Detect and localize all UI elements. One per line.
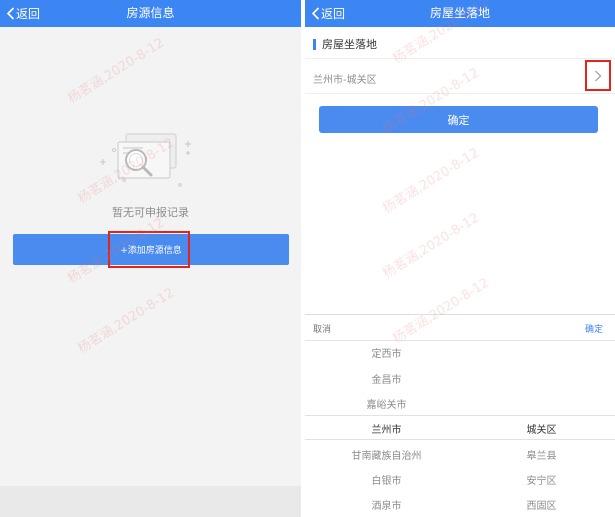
picker-ok-button[interactable]: 确定 (585, 322, 603, 335)
back-button[interactable]: 返回 (311, 0, 345, 27)
picker-cancel-button[interactable]: 取消 (313, 322, 331, 335)
picker-option-city[interactable]: 定西市 (305, 345, 468, 360)
section-title: 房屋坐落地 (322, 38, 377, 51)
picker-option-city[interactable]: 酒泉市 (305, 497, 468, 512)
picker-selection-line-top (305, 415, 615, 416)
housing-info-screen: 返回 房源信息 暂无可申报记录 +添加房源信息 杨茗涵,2020-8-12 杨茗… (0, 0, 301, 517)
picker-option-city[interactable]: 白银市 (305, 472, 468, 487)
empty-record-icon (100, 133, 191, 187)
location-value: 兰州市-城关区 (313, 75, 377, 86)
page-title: 房源信息 (126, 6, 175, 20)
picker-option-district[interactable]: 皋兰县 (468, 447, 615, 462)
chevron-right-icon[interactable] (593, 69, 603, 83)
back-label: 返回 (16, 7, 41, 21)
page-title: 房屋坐落地 (429, 6, 490, 20)
add-housing-info-button[interactable]: +添加房源信息 (13, 234, 289, 265)
section-header: 房屋坐落地 (305, 27, 615, 59)
back-label: 返回 (321, 7, 346, 21)
picker-option-city[interactable]: 嘉峪关市 (305, 396, 468, 411)
section-accent-bar (313, 39, 316, 50)
app-stage: 返回 房源信息 暂无可申报记录 +添加房源信息 杨茗涵,2020-8-12 杨茗… (0, 0, 615, 517)
bottom-bar (0, 486, 301, 517)
picker-toolbar: 取消 确定 (305, 315, 615, 341)
region-picker[interactable]: 取消 确定 定西市 金昌市 嘉峪关市 兰州市 甘南藏族自治州 白银市 酒泉市 城… (305, 314, 615, 517)
top-nav-bar: 返回 房屋坐落地 (305, 0, 615, 27)
confirm-label: 确定 (447, 113, 470, 127)
top-nav-bar: 返回 房源信息 (0, 0, 301, 27)
chevron-left-icon (311, 7, 320, 20)
content-blank-area (305, 140, 615, 314)
confirm-button[interactable]: 确定 (319, 106, 598, 133)
house-location-screen: 返回 房屋坐落地 房屋坐落地 兰州市-城关区 确定 取消 确定 定西市 金昌市 … (305, 0, 615, 517)
add-housing-info-label: +添加房源信息 (120, 246, 182, 256)
picker-option-city[interactable]: 金昌市 (305, 371, 468, 386)
picker-option-district[interactable]: 西固区 (468, 497, 615, 512)
watermark: 杨茗涵,2020-8-12 (65, 35, 168, 107)
watermark: 杨茗涵,2020-8-12 (75, 285, 178, 357)
chevron-left-icon (6, 7, 15, 20)
picker-option-city-selected[interactable]: 兰州市 (305, 421, 468, 436)
picker-option-city[interactable]: 甘南藏族自治州 (305, 447, 468, 462)
picker-selection-line-bottom (305, 439, 615, 440)
picker-option-district[interactable]: 安宁区 (468, 472, 615, 487)
picker-option-district-selected[interactable]: 城关区 (468, 421, 615, 436)
location-selector-row[interactable]: 兰州市-城关区 (305, 60, 615, 94)
back-button[interactable]: 返回 (6, 0, 40, 27)
empty-state-text: 暂无可申报记录 (112, 206, 189, 219)
